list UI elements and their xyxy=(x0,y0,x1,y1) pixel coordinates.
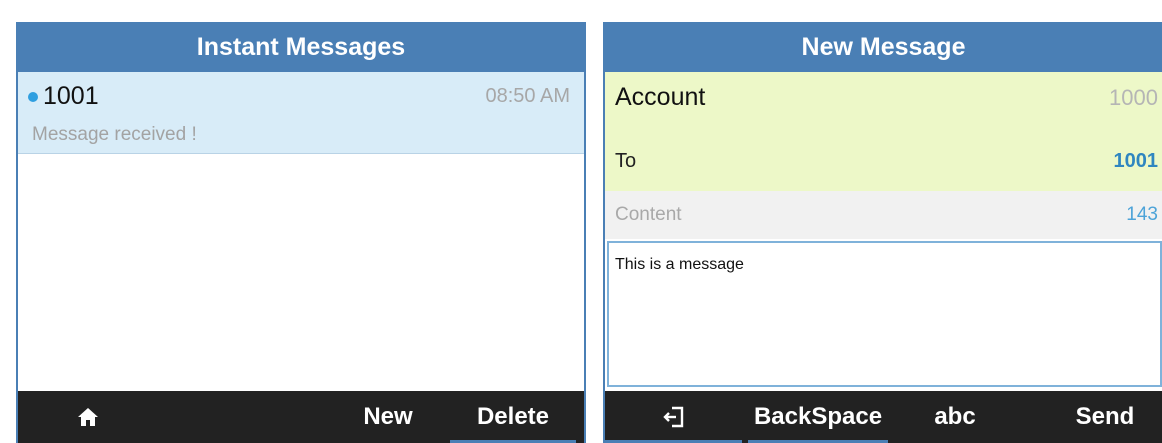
exit-icon xyxy=(662,406,683,428)
message-sender: 1001 xyxy=(43,82,99,110)
content-remaining-count: 143 xyxy=(1126,204,1158,225)
softkey-bar-right: BackSpace abc Send xyxy=(605,391,1162,443)
instant-messages-screen: Instant Messages 1001 08:50 AM Message r… xyxy=(16,22,586,443)
instant-messages-title: Instant Messages xyxy=(18,22,584,72)
home-softkey[interactable] xyxy=(58,391,118,443)
new-message-screen: New Message Account 1000 To 1001 Content… xyxy=(603,22,1162,443)
content-label: Content xyxy=(615,204,682,225)
message-preview: Message received ! xyxy=(32,124,197,145)
softkey-bar-left: New Delete xyxy=(18,391,584,443)
new-button[interactable]: New xyxy=(348,391,428,443)
delete-button[interactable]: Delete xyxy=(450,391,576,443)
input-mode-label: abc xyxy=(934,403,976,430)
to-value: 1001 xyxy=(1113,150,1159,172)
to-row[interactable]: To 1001 xyxy=(605,122,1162,191)
exit-softkey[interactable] xyxy=(605,391,742,443)
input-mode-button[interactable]: abc xyxy=(915,391,995,443)
message-list-item[interactable]: 1001 08:50 AM Message received ! xyxy=(18,72,584,154)
unread-dot-icon xyxy=(28,92,38,102)
message-time: 08:50 AM xyxy=(485,85,570,107)
to-label: To xyxy=(615,150,637,172)
send-button-label: Send xyxy=(1075,403,1135,430)
account-value: 1000 xyxy=(1109,85,1158,110)
send-button[interactable]: Send xyxy=(1050,391,1160,443)
home-icon xyxy=(78,408,98,426)
backspace-button[interactable]: BackSpace xyxy=(748,391,888,443)
backspace-button-label: BackSpace xyxy=(753,403,883,430)
account-row[interactable]: Account 1000 xyxy=(605,72,1162,122)
content-row: Content 143 xyxy=(605,191,1162,239)
account-label: Account xyxy=(615,83,706,111)
new-button-label: New xyxy=(363,403,413,430)
new-message-title: New Message xyxy=(605,22,1162,72)
delete-button-label: Delete xyxy=(476,403,550,430)
message-content-input[interactable]: This is a message xyxy=(607,241,1162,387)
